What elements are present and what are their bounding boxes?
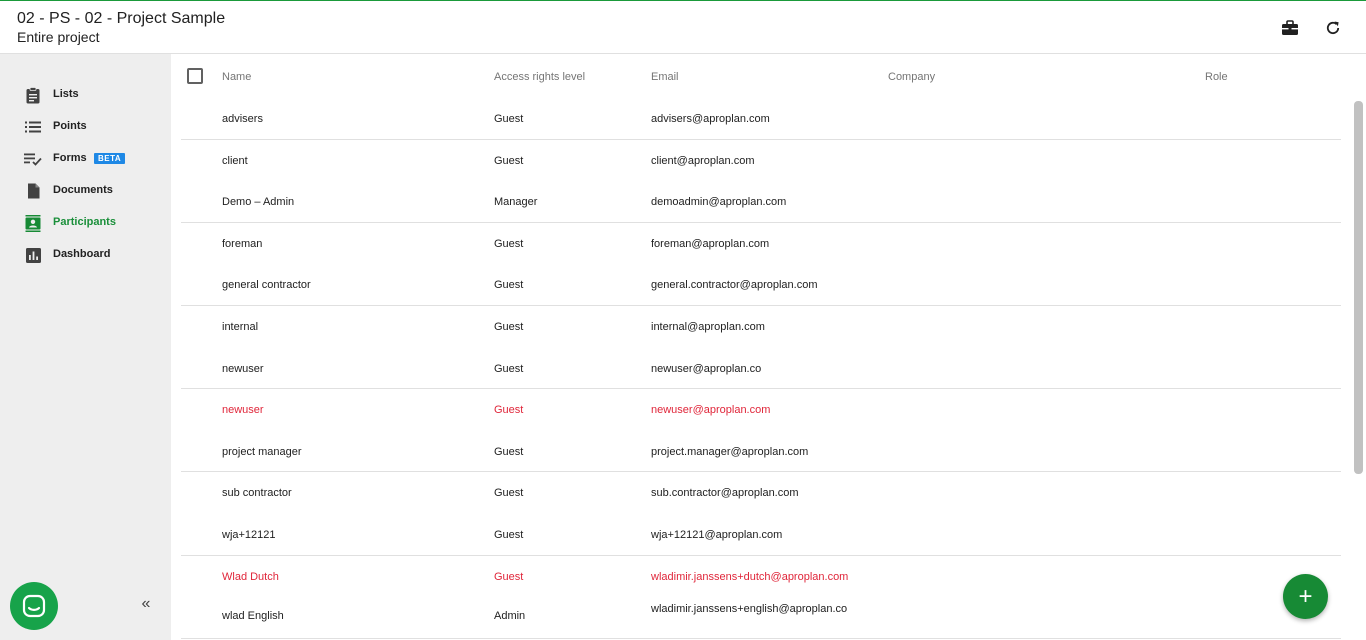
sidebar-item-participants[interactable]: Participants <box>0 207 171 239</box>
sidebar-item-label: Dashboard <box>53 248 111 260</box>
select-all-checkbox[interactable] <box>187 68 203 84</box>
cell-name: wja+12121 <box>222 529 276 541</box>
cell-email: foreman@aproplan.com <box>651 237 770 250</box>
cell-access: Guest <box>494 445 524 458</box>
sidebar-item-lists[interactable]: Lists <box>0 79 171 111</box>
sidebar-item-forms[interactable]: Forms BETA <box>0 143 171 175</box>
cell-email: sub.contractor@aproplan.com <box>651 487 799 500</box>
cell-name: newuser <box>222 362 264 375</box>
bar-chart-icon <box>24 246 42 264</box>
project-title: 02 - PS - 02 - Project Sample <box>17 10 226 27</box>
cell-email: advisers@aproplan.com <box>651 113 770 125</box>
sidebar-item-label: Participants <box>53 216 116 228</box>
cell-email: wladimir.janssens+dutch@aproplan.com <box>651 570 849 583</box>
cell-access: Manager <box>494 196 538 209</box>
cell-name: Demo – Admin <box>222 196 295 209</box>
cell-name: Wlad Dutch <box>222 570 279 583</box>
cell-name: advisers <box>222 113 263 125</box>
column-header-role[interactable]: Role <box>1205 71 1228 83</box>
table-row[interactable]: Wlad Dutch Guest wladimir.janssens+dutch@a… <box>181 556 1341 598</box>
cell-access: Admin <box>494 610 526 623</box>
table-row[interactable]: advisers Guest advisers@aproplan.com <box>181 98 1341 140</box>
scrollbar-thumb[interactable] <box>1354 101 1363 474</box>
cell-email: newuser@aproplan.co <box>651 362 762 375</box>
cell-email: project.manager@aproplan.com <box>651 445 809 458</box>
sidebar-item-label: Points <box>53 120 87 132</box>
refresh-icon[interactable] <box>1323 18 1343 38</box>
table-row[interactable]: wja+12121 Guest wja+12121@aproplan.com <box>181 514 1341 556</box>
table-row[interactable]: client Guest client@aproplan.com <box>181 140 1341 182</box>
checklist-icon <box>24 150 42 168</box>
cell-name: newuser <box>222 404 264 417</box>
table-row[interactable]: wlad English Admin wladimir.janssens+engli… <box>181 597 1341 639</box>
table-row[interactable]: sub contractor Guest sub.contractor@apropl… <box>181 472 1341 514</box>
table-header: Name Access rights level Email Company R… <box>171 54 1341 100</box>
cell-access: Guest <box>494 362 524 375</box>
column-header-email[interactable]: Email <box>651 71 679 83</box>
cell-name: foreman <box>222 237 263 250</box>
collapse-sidebar-button[interactable]: « <box>137 595 155 613</box>
cell-access: Guest <box>494 404 524 417</box>
cell-email: wladimir.janssens+english@aproplan.co <box>651 603 848 616</box>
sidebar-item-documents[interactable]: Documents <box>0 175 171 207</box>
sidebar-item-points[interactable]: Points <box>0 111 171 143</box>
document-icon <box>24 182 42 200</box>
cell-name: sub contractor <box>222 487 292 500</box>
participants-table: Name Access rights level Email Company R… <box>171 54 1366 640</box>
cell-email: wja+12121@aproplan.com <box>651 529 783 541</box>
sidebar-item-label: Documents <box>53 184 113 196</box>
contact-icon <box>24 214 42 232</box>
table-row[interactable]: internal Guest internal@aproplan.com <box>181 306 1341 348</box>
sidebar-item-label: Lists <box>53 88 79 100</box>
cell-access: Guest <box>494 279 524 292</box>
cell-email: internal@aproplan.com <box>651 321 765 333</box>
cell-name: client <box>222 154 248 167</box>
cell-name: wlad English <box>222 610 284 623</box>
cell-access: Guest <box>494 113 524 125</box>
table-row[interactable]: project manager Guest project.manager@apro… <box>181 431 1341 473</box>
list-icon <box>24 118 42 136</box>
cell-access: Guest <box>494 321 524 333</box>
add-participant-button[interactable]: + <box>1283 574 1328 619</box>
cell-access: Guest <box>494 237 524 250</box>
cell-name: general contractor <box>222 279 311 292</box>
project-scope: Entire project <box>17 29 100 45</box>
column-header-name[interactable]: Name <box>222 71 251 83</box>
briefcase-icon[interactable] <box>1280 18 1300 38</box>
cell-name: internal <box>222 321 259 333</box>
table-row[interactable]: Demo – Admin Manager demoadmin@aproplan.co… <box>181 181 1341 223</box>
sidebar-item-label: Forms <box>53 152 87 164</box>
cell-access: Guest <box>494 529 524 541</box>
column-header-access[interactable]: Access rights level <box>494 71 585 83</box>
table-row[interactable]: newuser Guest newuser@aproplan.com <box>181 389 1341 431</box>
cell-email: general.contractor@aproplan.com <box>651 279 818 292</box>
chat-button[interactable] <box>10 582 58 630</box>
cell-name: project manager <box>222 445 302 458</box>
table-row[interactable]: general contractor Guest general.contracto… <box>181 264 1341 306</box>
cell-access: Guest <box>494 154 524 167</box>
column-header-company[interactable]: Company <box>888 71 935 83</box>
sidebar-item-dashboard[interactable]: Dashboard <box>0 239 171 271</box>
clipboard-icon <box>24 86 42 104</box>
top-bar: 02 - PS - 02 - Project Sample Entire pro… <box>0 0 1366 54</box>
cell-access: Guest <box>494 487 524 500</box>
table-row[interactable]: foreman Guest foreman@aproplan.com <box>181 223 1341 265</box>
beta-badge: BETA <box>94 153 126 164</box>
chat-icon <box>22 594 46 618</box>
sidebar: Lists Points Forms BETA Documents Partic… <box>0 54 171 640</box>
cell-access: Guest <box>494 570 524 583</box>
cell-email: demoadmin@aproplan.com <box>651 196 787 209</box>
cell-email: newuser@aproplan.com <box>651 404 771 417</box>
table-row[interactable]: newuser Guest newuser@aproplan.co <box>181 348 1341 390</box>
cell-email: client@aproplan.com <box>651 154 755 167</box>
